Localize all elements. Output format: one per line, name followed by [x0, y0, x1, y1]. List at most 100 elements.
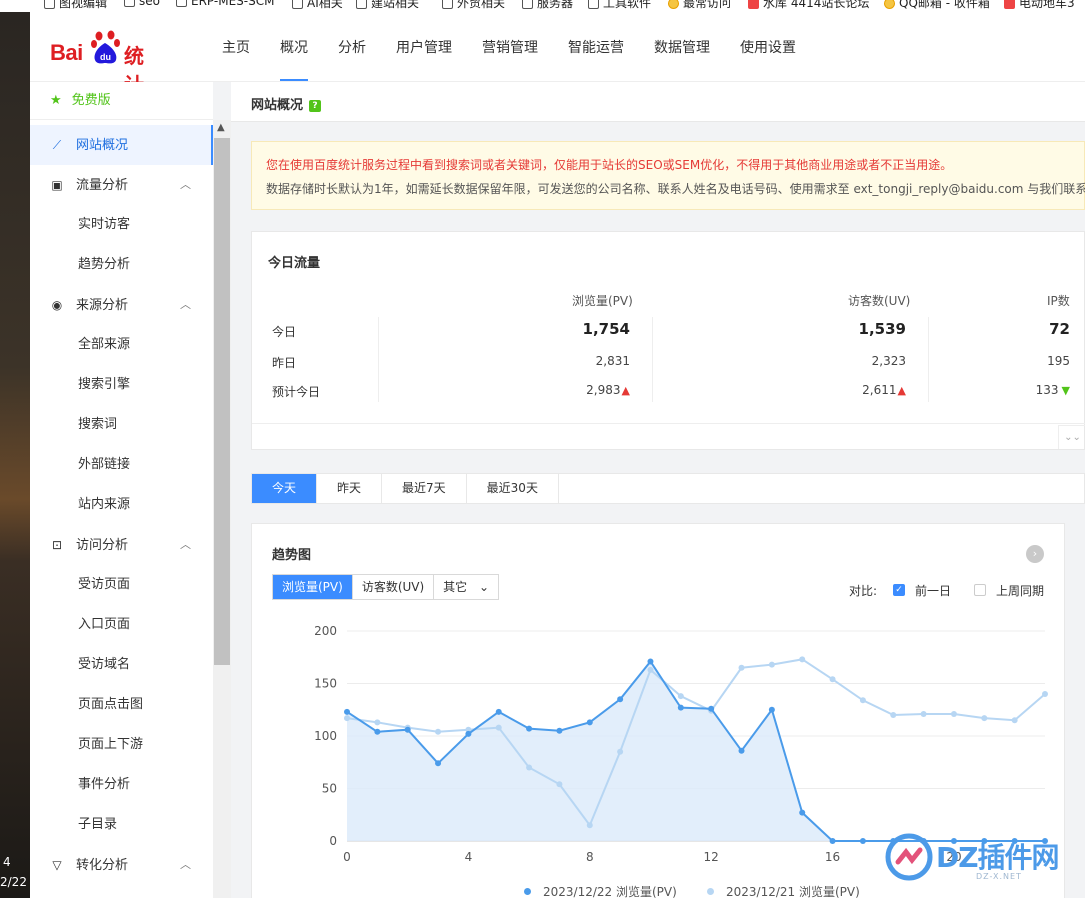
nav-item[interactable]: 分析 [338, 12, 366, 82]
sidebar-item[interactable]: ⊡ 访问分析 ︿ [30, 525, 213, 565]
data-point [768, 706, 775, 713]
sidebar-item[interactable]: 事件分析 [30, 765, 213, 805]
expand-chevron-icon[interactable]: ⌄⌄ [1058, 425, 1085, 449]
sidebar-item[interactable]: ◉ 来源分析 ︿ [30, 285, 213, 325]
compare-last-week-label[interactable]: 上周同期 [996, 582, 1044, 599]
sidebar-item[interactable]: 搜索引擎 [30, 365, 213, 405]
sidebar-item-label: 站内来源 [78, 497, 131, 512]
traffic-value: 133 ▼ [1036, 383, 1070, 397]
compare-last-week-checkbox[interactable] [974, 584, 986, 596]
bookmark-item[interactable]: 建站相关 [356, 0, 419, 11]
sidebar-item[interactable]: 入口页面 [30, 605, 213, 645]
sidebar-item[interactable]: 子目录 [30, 805, 213, 845]
sidebar-item[interactable]: 页面点击图 [30, 685, 213, 725]
date-tab[interactable]: 最近30天 [467, 474, 559, 503]
chevron-down-icon: ⌄ [475, 580, 490, 594]
x-tick-label: 12 [704, 850, 719, 864]
sidebar-item[interactable]: 页面上下游 [30, 725, 213, 765]
data-point [404, 726, 411, 733]
chevron-up-icon[interactable]: ︿ [180, 165, 191, 205]
data-point [738, 747, 745, 754]
bookmark-item[interactable]: 图视编辑 [44, 0, 107, 11]
sidebar-item[interactable]: 实时访客 [30, 205, 213, 245]
date-tab[interactable]: 今天 [252, 474, 318, 503]
sidebar-item[interactable]: 外部链接 [30, 445, 213, 485]
bookmark-item[interactable]: seo [124, 0, 160, 8]
data-point [586, 719, 593, 726]
nav-item[interactable]: 概况 [280, 12, 308, 82]
data-point [799, 656, 806, 663]
data-point [738, 664, 745, 671]
sidebar-item[interactable]: 站内来源 [30, 485, 213, 525]
y-tick-label: 0 [329, 834, 337, 848]
sidebar-item[interactable]: 趋势分析 [30, 245, 213, 285]
chevron-up-icon[interactable]: ︿ [180, 845, 191, 885]
date-tab[interactable]: 昨天 [317, 474, 383, 503]
data-point [829, 676, 836, 683]
sidebar-item[interactable]: ▽ 转化分析 ︿ [30, 845, 213, 885]
bookmark-label: 工具软件 [603, 0, 652, 10]
sidebar-item-label: 页面上下游 [78, 737, 144, 752]
metric-tab[interactable]: 访客数(UV) [353, 575, 435, 599]
chevron-up-icon[interactable]: ︿ [180, 525, 191, 565]
data-point [920, 710, 927, 717]
bookmark-item[interactable]: 服务器 [522, 0, 573, 11]
data-point [526, 764, 533, 771]
traffic-card-divider [252, 423, 1085, 424]
bookmark-label: 最常访问 [683, 0, 732, 10]
bookmark-item[interactable]: AI相关 [292, 0, 343, 11]
chevron-up-icon[interactable]: ︿ [180, 285, 191, 325]
arrow-right-icon[interactable]: › [1026, 545, 1044, 563]
bookmark-item[interactable]: 工具软件 [588, 0, 651, 11]
nav-item[interactable]: 主页 [222, 12, 250, 82]
legend-label: 2023/12/22 浏览量(PV) [543, 885, 677, 898]
bookmark-item[interactable]: QQ邮箱 - 收件箱 [884, 0, 990, 11]
legend-item-today[interactable]: 2023/12/22 浏览量(PV) [524, 883, 677, 898]
data-point [708, 705, 715, 712]
nav-item[interactable]: 使用设置 [740, 12, 796, 82]
site-icon [1004, 0, 1015, 9]
compare-prev-day-label[interactable]: 前一日 [915, 582, 951, 599]
data-point [981, 715, 988, 722]
bookmark-item[interactable]: 最常访问 [668, 0, 731, 11]
bookmark-item[interactable]: 外贸相关 [442, 0, 505, 11]
bookmark-item[interactable]: 水库 4414站长论坛 [748, 0, 869, 11]
sidebar-item[interactable]: ▣ 流量分析 ︿ [30, 165, 213, 205]
metric-tab[interactable]: 其它 ⌄ [434, 575, 498, 599]
signal-icon: ◉ [51, 298, 63, 312]
sidebar-item[interactable]: ⟋ 网站概况 [30, 125, 213, 165]
watermark-icon [885, 833, 933, 881]
metric-tab[interactable]: 浏览量(PV) [273, 575, 353, 599]
legend-item-yesterday[interactable]: 2023/12/21 浏览量(PV) [707, 883, 860, 898]
sidebar-item[interactable]: 受访域名 [30, 645, 213, 685]
scrollbar-thumb[interactable] [214, 138, 230, 665]
sidebar-item[interactable]: 搜索词 [30, 405, 213, 445]
bookmark-item[interactable]: ERP-MES-SCM [176, 0, 274, 8]
sidebar-item[interactable]: 全部来源 [30, 325, 213, 365]
x-tick-label: 8 [586, 850, 594, 864]
traffic-value-text: 1,539 [858, 320, 906, 338]
column-header-pv: 浏览量(PV) [572, 294, 633, 308]
bookmark-item[interactable]: 电动地车3 [1004, 0, 1075, 11]
sidebar-item[interactable]: 受访页面 [30, 565, 213, 605]
sidebar-item-label: 外部链接 [78, 457, 131, 472]
nav-item[interactable]: 营销管理 [482, 12, 538, 82]
help-icon[interactable]: ? [309, 100, 322, 112]
metric-tab-label: 访客数(UV) [361, 580, 425, 594]
compare-prev-day-checkbox[interactable]: ✓ [893, 584, 905, 596]
scroll-up-arrow-icon[interactable]: ▲ [217, 122, 225, 133]
nav-item[interactable]: 用户管理 [396, 12, 452, 82]
data-point [556, 781, 563, 788]
nav-item[interactable]: 数据管理 [654, 12, 710, 82]
date-tab[interactable]: 最近7天 [382, 474, 467, 503]
data-point [647, 658, 654, 665]
plan-badge[interactable]: ★ 免费版 [30, 82, 213, 120]
sidebar-item-label: 网站概况 [76, 138, 129, 153]
data-point [768, 661, 775, 668]
traffic-value: 2,983▲ [586, 383, 630, 397]
nav-item[interactable]: 智能运营 [568, 12, 624, 82]
x-tick-label: 16 [825, 850, 840, 864]
paw-logo-icon: du [91, 30, 120, 64]
sidebar-scrollbar[interactable]: ▲ [213, 120, 231, 898]
plan-label: 免费版 [71, 93, 111, 108]
